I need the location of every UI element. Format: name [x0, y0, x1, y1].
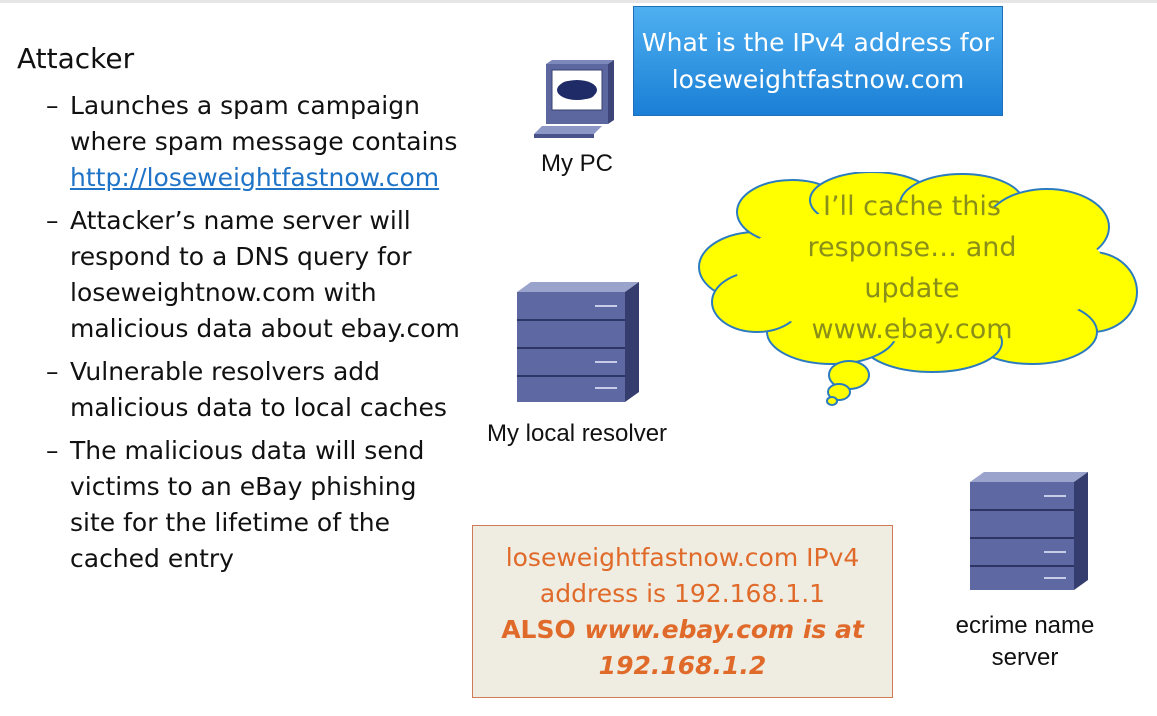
bullet-list: – Launches a spam campaign where spam me…: [46, 88, 466, 584]
bullet-text: where spam message contains: [70, 127, 458, 156]
name-server-label: ecrime name server: [940, 610, 1110, 674]
bullet-dash: –: [46, 206, 59, 235]
bullet-item: – The malicious data will send victims t…: [46, 433, 466, 577]
spam-link[interactable]: http://loseweightfastnow.com: [70, 163, 439, 192]
response-line: loseweightfastnow.com IPv4: [505, 542, 860, 572]
dns-response-box: loseweightfastnow.com IPv4 address is 19…: [472, 525, 893, 698]
name-server-line: server: [991, 644, 1059, 671]
pc-label: My PC: [541, 150, 613, 177]
bullet-dash: –: [46, 91, 59, 120]
dns-query-box: What is the IPv4 address for loseweightf…: [633, 6, 1003, 116]
thought-line: update: [864, 273, 960, 304]
bullet-dash: –: [46, 436, 59, 465]
response-also: ALSO: [501, 614, 585, 644]
top-divider: [0, 0, 1157, 3]
thought-line: www.ebay.com: [811, 314, 1013, 345]
thought-text: I’ll cache this response… and update www…: [790, 186, 1034, 350]
response-ebay: www.ebay.com is at: [584, 614, 864, 644]
query-line: loseweightfastnow.com: [671, 65, 965, 94]
response-line: ALSO www.ebay.com is at: [501, 612, 864, 648]
response-line: 192.168.1.2: [598, 650, 767, 680]
response-line: address is 192.168.1.1: [539, 578, 826, 608]
bullet-text: Vulnerable resolvers add malicious data …: [70, 357, 447, 422]
computer-icon: [534, 60, 614, 138]
thought-line: I’ll cache this: [823, 191, 1001, 222]
bullet-item: – Attacker’s name server will respond to…: [46, 203, 466, 347]
bullet-item: – Vulnerable resolvers add malicious dat…: [46, 354, 466, 426]
server-icon: [970, 472, 1088, 590]
server-icon: [517, 282, 639, 402]
bullet-text: Launches a spam campaign: [70, 91, 420, 120]
slide-heading: Attacker: [17, 42, 135, 75]
resolver-label: My local resolver: [487, 420, 668, 447]
bullet-item: – Launches a spam campaign where spam me…: [46, 88, 466, 196]
bullet-text: The malicious data will send victims to …: [70, 436, 425, 573]
thought-line: response… and: [807, 232, 1017, 263]
bullet-text: Attacker’s name server will respond to a…: [70, 206, 460, 343]
bullet-dash: –: [46, 357, 59, 386]
name-server-line: ecrime name: [955, 612, 1095, 639]
query-line: What is the IPv4 address for: [641, 28, 995, 57]
